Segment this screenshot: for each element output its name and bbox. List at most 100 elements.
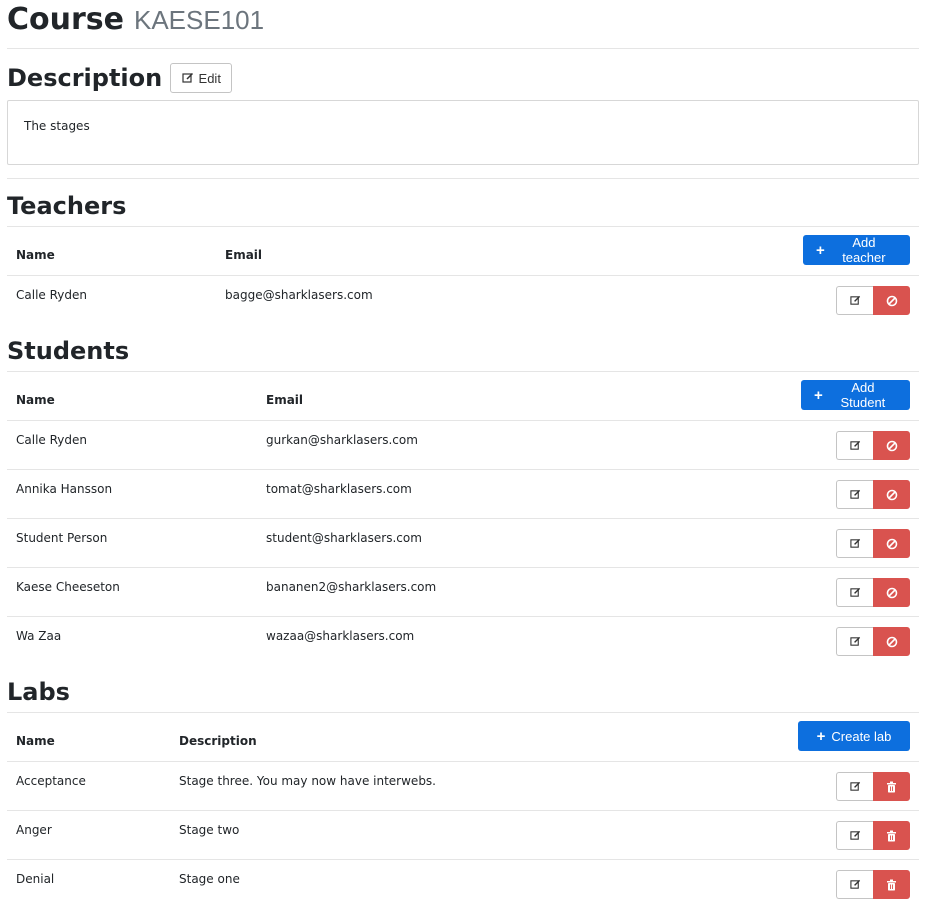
row-actions [836, 578, 910, 607]
table-row: Kaese Cheeseton bananen2@sharklasers.com [7, 568, 919, 617]
table-header: Name Email + Add teacher [7, 226, 919, 276]
remove-student-button[interactable] [873, 627, 910, 656]
ban-icon [886, 440, 898, 452]
edit-lab-button[interactable] [836, 772, 873, 801]
edit-icon [849, 440, 861, 451]
remove-student-button[interactable] [873, 431, 910, 460]
column-header-email: Email [266, 393, 304, 407]
teachers-table: Name Email + Add teacher Calle Ryden bag… [7, 226, 919, 325]
trash-icon [886, 830, 897, 842]
row-actions [836, 772, 910, 801]
student-name: Student Person [16, 531, 108, 545]
ban-icon [886, 538, 898, 550]
student-name: Annika Hansson [16, 482, 113, 496]
row-actions [836, 870, 910, 899]
column-header-name: Name [16, 248, 55, 262]
delete-lab-button[interactable] [873, 821, 910, 850]
table-row: Denial Stage one [7, 860, 919, 906]
description-heading: Description [7, 64, 163, 92]
student-name: Calle Ryden [16, 433, 87, 447]
row-actions [836, 627, 910, 656]
edit-icon [849, 781, 861, 792]
add-student-button[interactable]: + Add Student [801, 380, 910, 410]
edit-icon [849, 636, 861, 647]
edit-lab-button[interactable] [836, 870, 873, 899]
teachers-heading: Teachers [7, 192, 127, 220]
plus-icon: + [814, 386, 823, 404]
table-row: Anger Stage two [7, 811, 919, 860]
description-text: The stages [24, 119, 90, 133]
student-email: gurkan@sharklasers.com [266, 433, 418, 447]
remove-student-button[interactable] [873, 480, 910, 509]
divider [7, 178, 919, 179]
edit-student-button[interactable] [836, 431, 873, 460]
ban-icon [886, 587, 898, 599]
edit-icon [849, 489, 861, 500]
create-lab-button[interactable]: + Create lab [798, 721, 910, 751]
lab-description: Stage one [179, 872, 240, 886]
edit-icon [849, 538, 861, 549]
labs-table: Name Description + Create lab Acceptance… [7, 712, 919, 906]
table-row: Calle Ryden gurkan@sharklasers.com [7, 421, 919, 470]
table-row: Annika Hansson tomat@sharklasers.com [7, 470, 919, 519]
edit-student-button[interactable] [836, 480, 873, 509]
edit-icon [849, 830, 861, 841]
lab-name: Acceptance [16, 774, 86, 788]
remove-teacher-button[interactable] [873, 286, 910, 315]
edit-button-label: Edit [198, 70, 221, 86]
edit-teacher-button[interactable] [836, 286, 873, 315]
delete-lab-button[interactable] [873, 772, 910, 801]
ban-icon [886, 636, 898, 648]
course-code: KAESE101 [133, 5, 265, 35]
column-header-name: Name [16, 393, 55, 407]
edit-description-button[interactable]: Edit [170, 63, 233, 93]
edit-student-button[interactable] [836, 529, 873, 558]
column-header-description: Description [179, 734, 257, 748]
trash-icon [886, 781, 897, 793]
description-box: The stages [7, 100, 919, 165]
column-header-email: Email [225, 248, 263, 262]
edit-student-button[interactable] [836, 578, 873, 607]
edit-icon [849, 587, 861, 598]
edit-student-button[interactable] [836, 627, 873, 656]
student-name: Wa Zaa [16, 629, 62, 643]
teacher-email: bagge@sharklasers.com [225, 288, 373, 302]
edit-icon [849, 295, 861, 306]
table-row: Acceptance Stage three. You may now have… [7, 762, 919, 811]
ban-icon [886, 295, 898, 307]
edit-icon [849, 879, 861, 890]
students-heading: Students [7, 337, 130, 365]
add-teacher-button[interactable]: + Add teacher [803, 235, 910, 265]
lab-name: Anger [16, 823, 52, 837]
student-email: wazaa@sharklasers.com [266, 629, 415, 643]
row-actions [836, 431, 910, 460]
edit-lab-button[interactable] [836, 821, 873, 850]
create-lab-label: Create lab [831, 728, 892, 744]
teacher-name: Calle Ryden [16, 288, 87, 302]
course-heading: Course [7, 2, 124, 37]
plus-icon: + [816, 241, 825, 259]
page-title: Course KAESE101 [7, 0, 264, 40]
edit-icon [181, 72, 194, 84]
student-name: Kaese Cheeseton [16, 580, 120, 594]
ban-icon [886, 489, 898, 501]
divider [7, 48, 919, 49]
remove-student-button[interactable] [873, 529, 910, 558]
student-email: student@sharklasers.com [266, 531, 422, 545]
lab-name: Denial [16, 872, 55, 886]
add-teacher-label: Add teacher [842, 235, 886, 265]
student-email: bananen2@sharklasers.com [266, 580, 437, 594]
table-row: Student Person student@sharklasers.com [7, 519, 919, 568]
row-actions [836, 480, 910, 509]
remove-student-button[interactable] [873, 578, 910, 607]
table-header: Name Email + Add Student [7, 371, 919, 421]
add-student-label: Add Student [840, 380, 886, 410]
row-actions [836, 286, 910, 315]
students-table: Name Email + Add Student Calle Ryden gur… [7, 371, 919, 666]
delete-lab-button[interactable] [873, 870, 910, 899]
column-header-name: Name [16, 734, 55, 748]
labs-heading: Labs [7, 678, 70, 706]
lab-description: Stage two [179, 823, 240, 837]
lab-description: Stage three. You may now have interwebs. [179, 774, 436, 788]
row-actions [836, 529, 910, 558]
